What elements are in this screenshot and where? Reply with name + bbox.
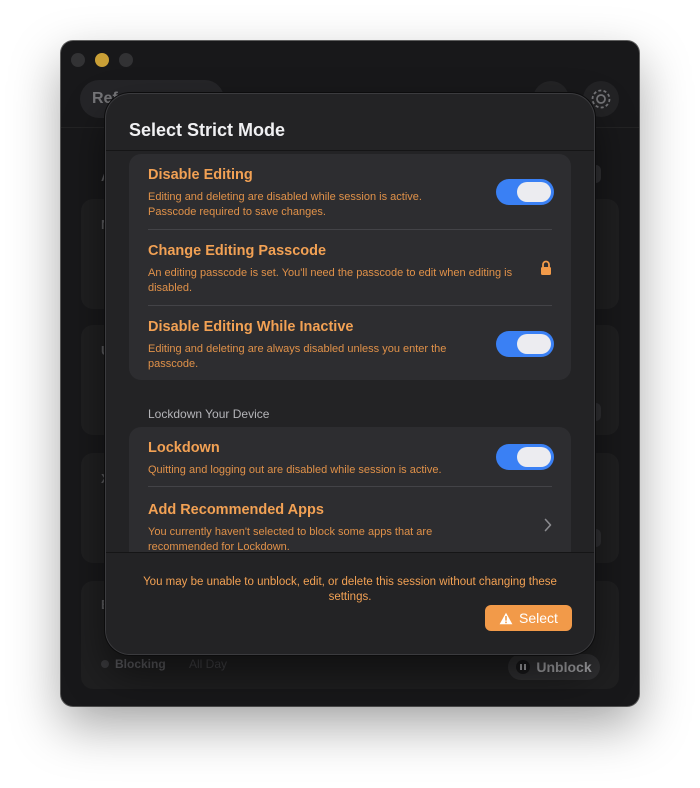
row-description: An editing passcode is set. You'll need …	[148, 267, 513, 294]
row-divider	[148, 305, 552, 306]
title-divider	[106, 150, 594, 151]
row-divider	[148, 486, 552, 487]
disable-editing-inactive-row: Disable Editing While Inactive Editing a…	[148, 319, 552, 372]
row-title: Change Editing Passcode	[148, 243, 327, 259]
row-description: Quitting and logging out are disabled wh…	[148, 464, 442, 476]
lockdown-row: Lockdown Quitting and logging out are di…	[148, 440, 552, 478]
warning-icon	[499, 612, 513, 624]
strict-mode-sheet: Select Strict Mode Disable Editing Editi…	[106, 94, 594, 654]
change-passcode-row[interactable]: Change Editing Passcode An editing passc…	[148, 243, 552, 296]
chevron-right-icon	[544, 518, 552, 532]
select-button[interactable]: Select	[485, 605, 572, 631]
row-title: Add Recommended Apps	[148, 502, 324, 518]
editing-settings-group: Disable Editing Editing and deleting are…	[129, 154, 571, 380]
row-title: Disable Editing While Inactive	[148, 319, 354, 335]
row-description: Editing and deleting are disabled while …	[148, 191, 422, 218]
toggle-knob	[517, 334, 551, 354]
select-button-label: Select	[519, 610, 558, 626]
sheet-title: Select Strict Mode	[129, 120, 286, 140]
row-divider	[148, 229, 552, 230]
row-title: Disable Editing	[148, 167, 253, 183]
disable-editing-toggle[interactable]	[496, 179, 554, 205]
row-description: Editing and deleting are always disabled…	[148, 343, 447, 370]
lock-icon	[541, 260, 551, 275]
row-description: You currently haven't selected to block …	[148, 526, 433, 553]
lockdown-settings-group: Lockdown Quitting and logging out are di…	[129, 427, 571, 567]
lockdown-toggle[interactable]	[496, 444, 554, 470]
lockdown-section-label: Lockdown Your Device	[148, 407, 270, 421]
toggle-knob	[517, 182, 551, 202]
disable-editing-inactive-toggle[interactable]	[496, 331, 554, 357]
row-title: Lockdown	[148, 440, 220, 456]
disable-editing-row: Disable Editing Editing and deleting are…	[148, 167, 552, 220]
footer-warning: You may be unable to unblock, edit, or d…	[143, 576, 557, 603]
sheet-footer: You may be unable to unblock, edit, or d…	[106, 552, 594, 654]
add-recommended-apps-row[interactable]: Add Recommended Apps You currently haven…	[148, 502, 552, 555]
toggle-knob	[517, 447, 551, 467]
